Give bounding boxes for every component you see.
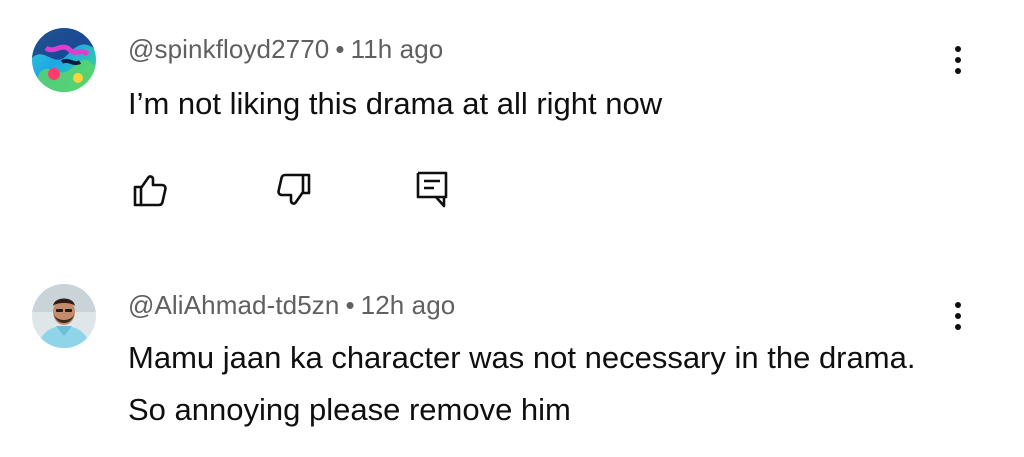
more-dot (955, 46, 961, 52)
more-dot (955, 302, 961, 308)
more-dot (955, 324, 961, 330)
reply-icon (416, 171, 448, 208)
more-dot (955, 57, 961, 63)
comment-text: Mamu jaan ka character was not necessary… (128, 340, 916, 427)
like-button[interactable] (128, 168, 172, 212)
avatar[interactable] (32, 284, 96, 348)
author-handle[interactable]: @AliAhmad-td5zn (128, 290, 339, 320)
meta-separator: • (345, 290, 355, 320)
reply-button[interactable] (410, 168, 454, 212)
comment-item: @AliAhmad-td5zn • 12h ago Mamu jaan ka cha… (0, 250, 1024, 457)
comment-meta: @AliAhmad-td5zn • 12h ago (128, 290, 455, 321)
more-options-button[interactable] (948, 40, 968, 80)
comment-item: @spinkfloyd2770 • 11h ago I’m not liking t… (0, 0, 1024, 250)
comment-time[interactable]: 11h ago (351, 34, 444, 64)
dislike-button[interactable] (272, 168, 316, 212)
author-handle[interactable]: @spinkfloyd2770 (128, 34, 329, 64)
thumbs-up-icon (133, 175, 167, 207)
meta-separator: • (335, 34, 345, 64)
comment-time[interactable]: 12h ago (361, 290, 456, 320)
comment-meta: @spinkfloyd2770 • 11h ago (128, 34, 443, 65)
comment-text: I’m not liking this drama at all right n… (128, 86, 663, 121)
more-dot (955, 313, 961, 319)
more-options-button[interactable] (948, 296, 968, 336)
avatar-image (32, 284, 96, 348)
thumbs-down-icon (277, 173, 311, 205)
avatar-image (32, 28, 96, 92)
avatar[interactable] (32, 28, 96, 92)
more-dot (955, 68, 961, 74)
